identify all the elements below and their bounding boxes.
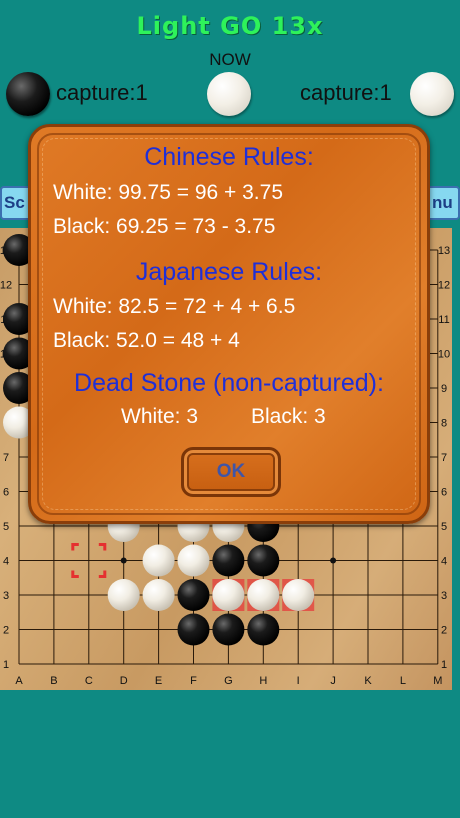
row-label-right: 1 bbox=[441, 659, 447, 671]
app-title: Light GO 13x bbox=[136, 12, 324, 40]
row-label-left: 5 bbox=[3, 521, 9, 533]
column-label: H bbox=[259, 675, 267, 687]
dead-black-count: Black: 3 bbox=[251, 405, 326, 428]
column-label: B bbox=[50, 675, 57, 687]
black-stone bbox=[177, 579, 210, 611]
chinese-black-score: Black: 69.25 = 73 - 3.75 bbox=[53, 215, 276, 238]
white-stone bbox=[177, 544, 210, 577]
black-stone bbox=[247, 544, 280, 577]
black-capture-count: capture:1 bbox=[56, 80, 148, 105]
white-stone bbox=[212, 579, 245, 611]
current-turn-stone bbox=[207, 72, 251, 116]
row-label-left: 1 bbox=[3, 659, 9, 671]
column-label: E bbox=[155, 675, 162, 687]
column-label: G bbox=[224, 675, 233, 687]
black-stone bbox=[212, 613, 245, 646]
row-label-right: 11 bbox=[438, 314, 449, 326]
dead-stone-heading: Dead Stone (non-captured): bbox=[74, 369, 384, 397]
row-label-right: 13 bbox=[438, 245, 450, 257]
ok-button-label: OK bbox=[216, 461, 246, 482]
japanese-rules-heading: Japanese Rules: bbox=[135, 258, 323, 286]
white-capture-count: capture:1 bbox=[300, 80, 392, 105]
column-label: A bbox=[15, 675, 23, 687]
turn-indicator: NOW bbox=[209, 50, 251, 69]
white-stone bbox=[142, 544, 175, 577]
column-label: K bbox=[364, 675, 372, 687]
black-stone bbox=[212, 544, 245, 577]
row-label-right: 4 bbox=[441, 556, 447, 568]
star-point bbox=[120, 557, 127, 564]
row-label-left: 2 bbox=[3, 625, 9, 637]
ok-button[interactable]: OK bbox=[181, 447, 281, 497]
row-label-right: 10 bbox=[438, 349, 450, 361]
japanese-white-score: White: 82.5 = 72 + 4 + 6.5 bbox=[53, 295, 296, 318]
white-stone bbox=[107, 579, 140, 611]
column-label: J bbox=[330, 675, 336, 687]
row-label-left: 12 bbox=[0, 280, 12, 292]
column-label: F bbox=[190, 675, 197, 687]
row-label-left: 6 bbox=[3, 487, 9, 499]
white-player-stone bbox=[410, 72, 454, 116]
row-label-right: 5 bbox=[441, 521, 447, 533]
row-label-right: 9 bbox=[441, 383, 447, 395]
white-stone bbox=[247, 579, 280, 611]
menu-button-label: nu bbox=[432, 193, 453, 212]
column-label: M bbox=[433, 675, 442, 687]
white-stone bbox=[282, 579, 315, 611]
row-label-right: 2 bbox=[441, 625, 447, 637]
black-stone bbox=[247, 613, 280, 646]
row-label-right: 3 bbox=[441, 590, 447, 602]
chinese-rules-heading: Chinese Rules: bbox=[144, 143, 314, 171]
column-label: C bbox=[85, 675, 93, 687]
black-stone bbox=[177, 613, 210, 646]
star-point bbox=[330, 557, 337, 564]
bottom-panel bbox=[0, 690, 460, 818]
dead-white-count: White: 3 bbox=[121, 405, 199, 428]
row-label-right: 8 bbox=[441, 418, 447, 430]
row-label-right: 7 bbox=[441, 452, 447, 464]
column-label: L bbox=[400, 675, 406, 687]
row-label-left: 4 bbox=[3, 556, 9, 568]
white-stone bbox=[142, 579, 175, 611]
chinese-white-score: White: 99.75 = 96 + 3.75 bbox=[53, 181, 283, 204]
black-player-stone bbox=[6, 72, 50, 116]
row-label-right: 6 bbox=[441, 487, 447, 499]
row-label-right: 12 bbox=[438, 280, 450, 292]
column-label: I bbox=[297, 675, 300, 687]
row-label-left: 3 bbox=[3, 590, 9, 602]
japanese-black-score: Black: 52.0 = 48 + 4 bbox=[53, 329, 240, 352]
score-button-label: Sc bbox=[4, 193, 25, 212]
column-label: D bbox=[120, 675, 128, 687]
row-label-left: 7 bbox=[3, 452, 9, 464]
score-dialog: Chinese Rules: White: 99.75 = 96 + 3.75 … bbox=[28, 124, 430, 524]
